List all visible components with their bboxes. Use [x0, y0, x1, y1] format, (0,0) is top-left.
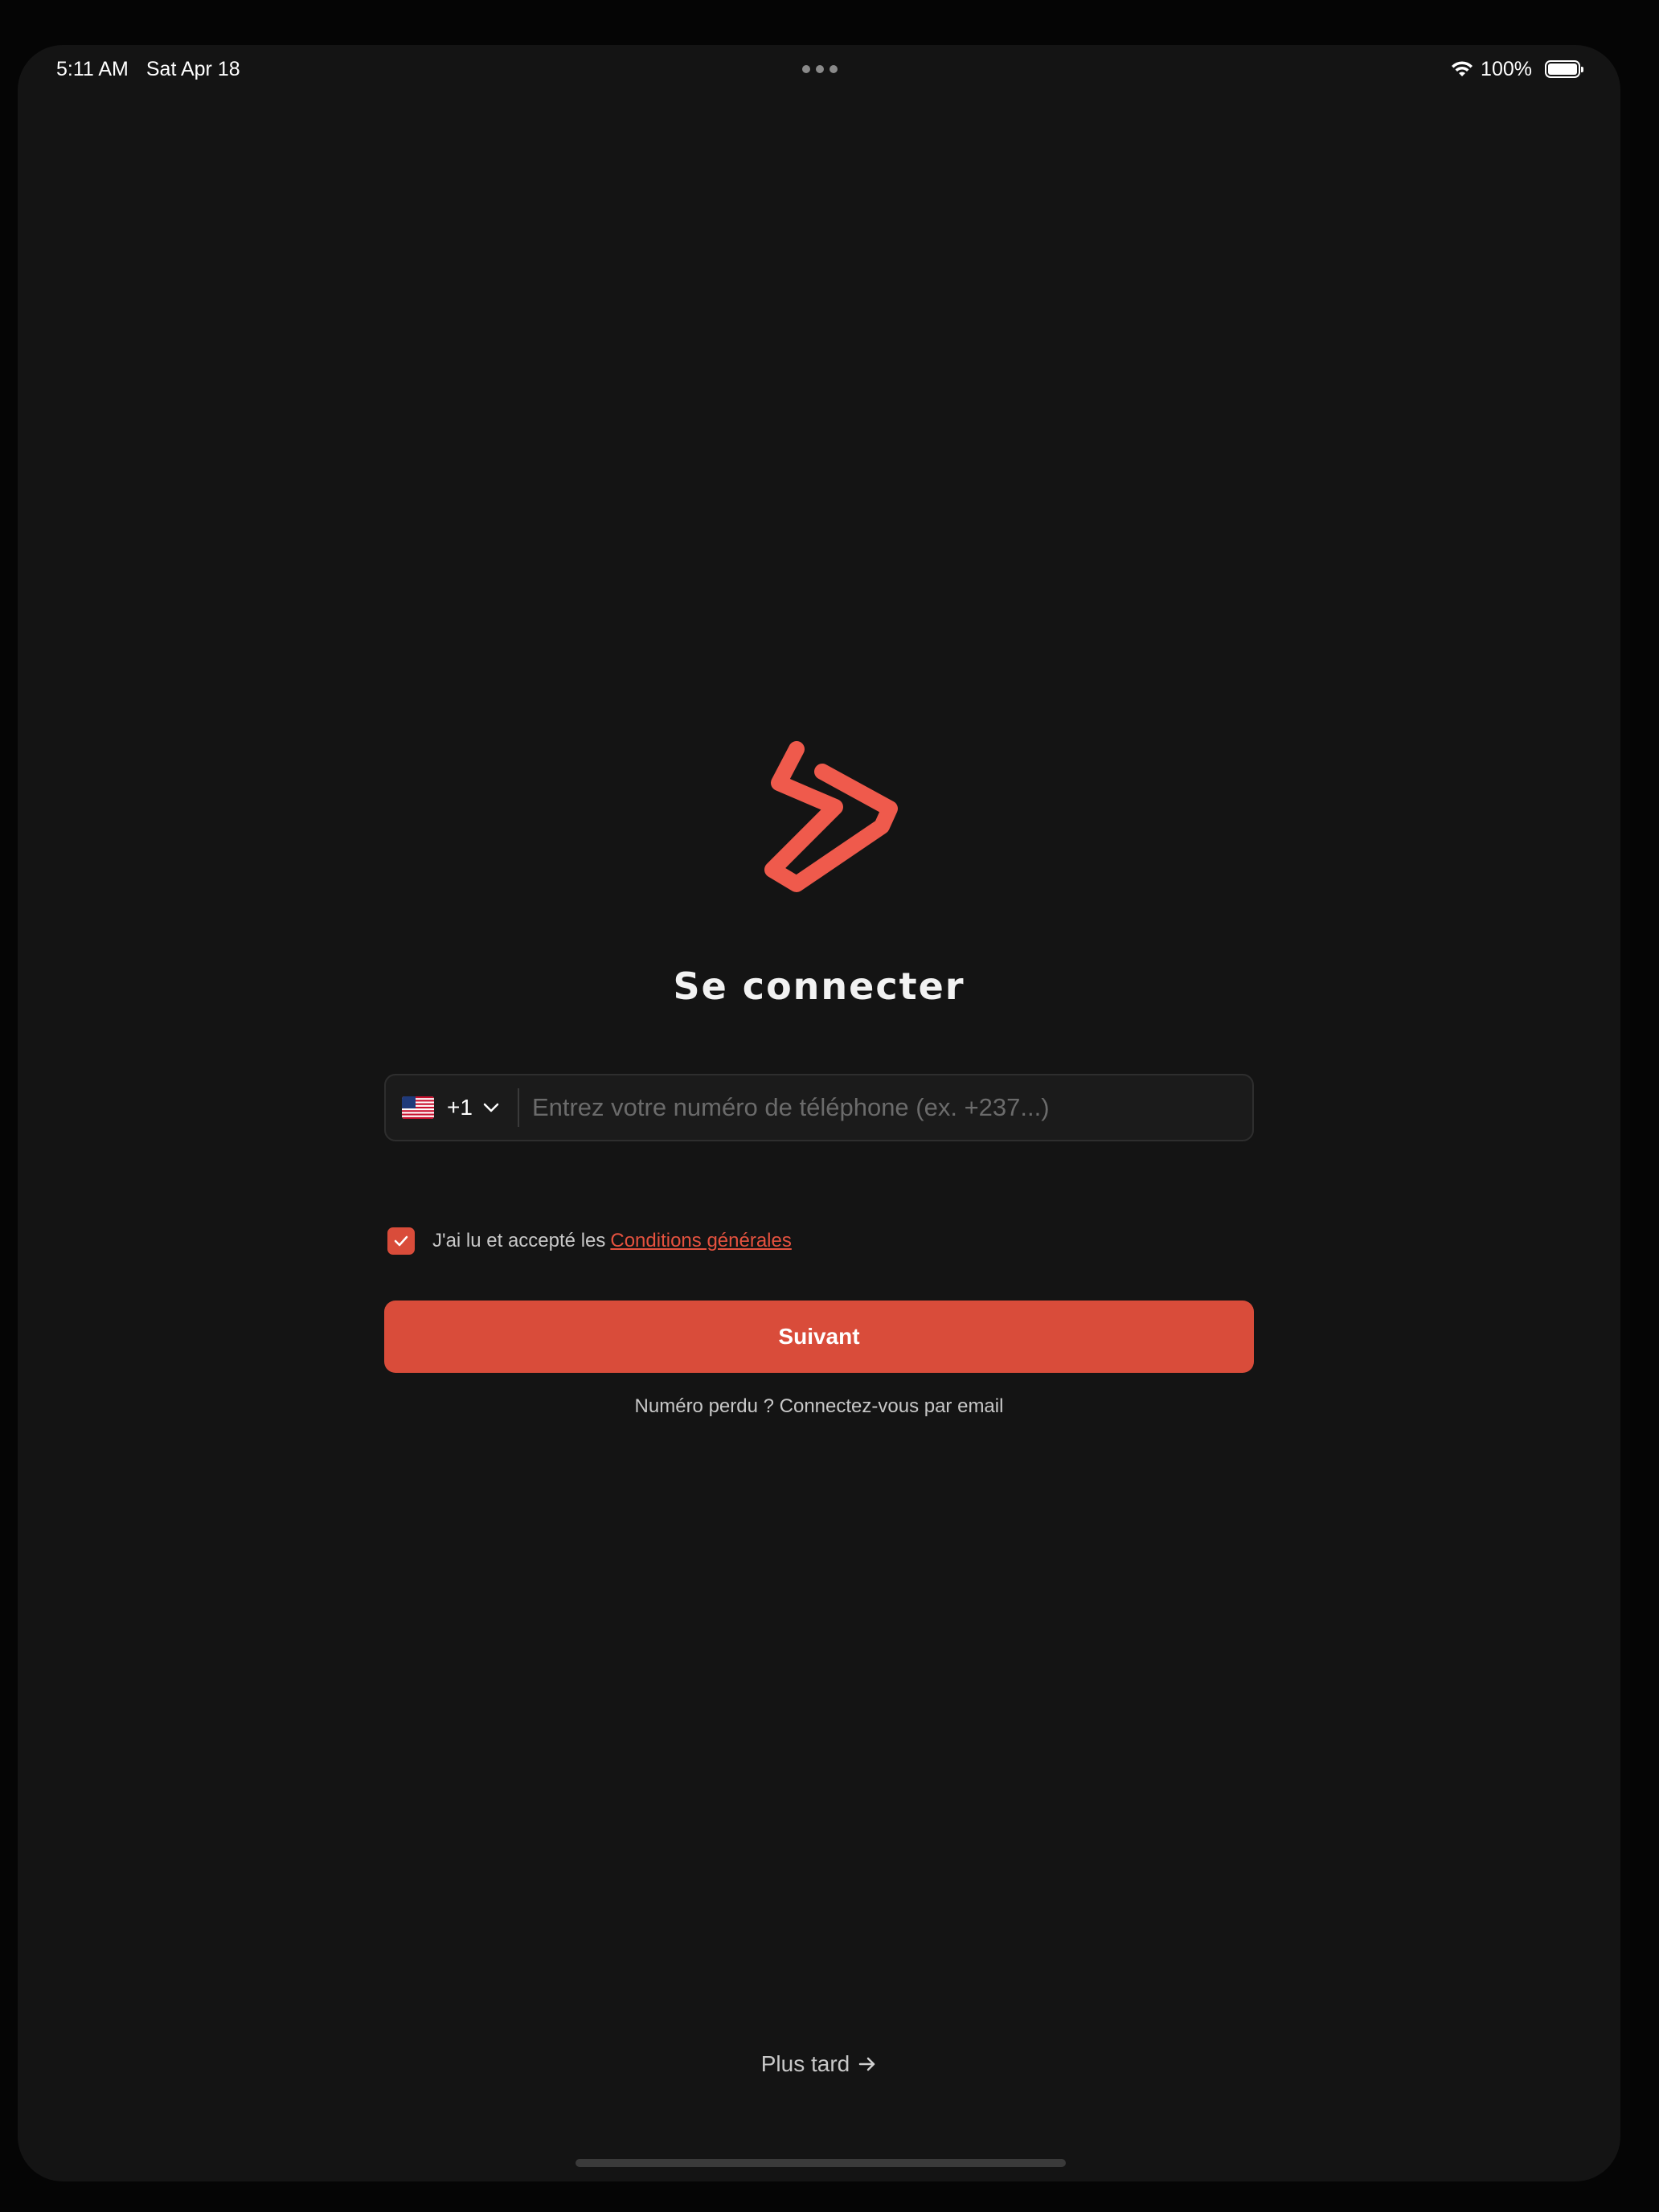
status-bar-left: 5:11 AM Sat Apr 18 — [56, 53, 258, 85]
phone-input[interactable] — [518, 1075, 1252, 1140]
terms-row: J'ai lu et accepté les Conditions général… — [387, 1225, 792, 1257]
status-bar-right: 100% — [1450, 53, 1583, 85]
country-code-selector[interactable]: +1 — [386, 1075, 518, 1140]
app-logo-icon — [764, 741, 898, 892]
wifi-icon — [1452, 61, 1473, 76]
phone-field: +1 — [384, 1074, 1254, 1141]
dial-code: +1 — [447, 1095, 473, 1120]
multitasking-dots-icon[interactable] — [802, 61, 838, 77]
checkmark-icon — [394, 1235, 408, 1247]
us-flag-icon — [402, 1096, 434, 1119]
status-time: 5:11 AM — [56, 58, 129, 80]
email-login-link[interactable]: Numéro perdu ? Connectez-vous par email — [18, 1395, 1620, 1418]
page-title: Se connecter — [673, 965, 965, 1008]
chevron-down-icon — [483, 1103, 499, 1112]
terms-text: J'ai lu et accepté les — [432, 1230, 606, 1251]
later-label: Plus tard — [760, 2051, 850, 2076]
terms-label: J'ai lu et accepté les Conditions général… — [432, 1230, 792, 1252]
terms-conditions-link[interactable]: Conditions générales — [610, 1230, 791, 1251]
status-date: Sat Apr 18 — [145, 58, 240, 80]
arrow-right-icon — [859, 2057, 875, 2071]
app-screen: 5:11 AM Sat Apr 18 100% Se connecter +1 … — [18, 45, 1620, 2181]
battery-percentage: 100% — [1481, 57, 1532, 80]
battery-icon — [1545, 60, 1583, 78]
terms-checkbox[interactable] — [387, 1227, 415, 1255]
home-indicator[interactable] — [576, 2159, 1066, 2167]
device-frame: 5:11 AM Sat Apr 18 100% Se connecter +1 … — [0, 0, 1659, 2212]
next-button[interactable]: Suivant — [384, 1301, 1254, 1373]
later-link[interactable]: Plus tard — [18, 2051, 1620, 2077]
